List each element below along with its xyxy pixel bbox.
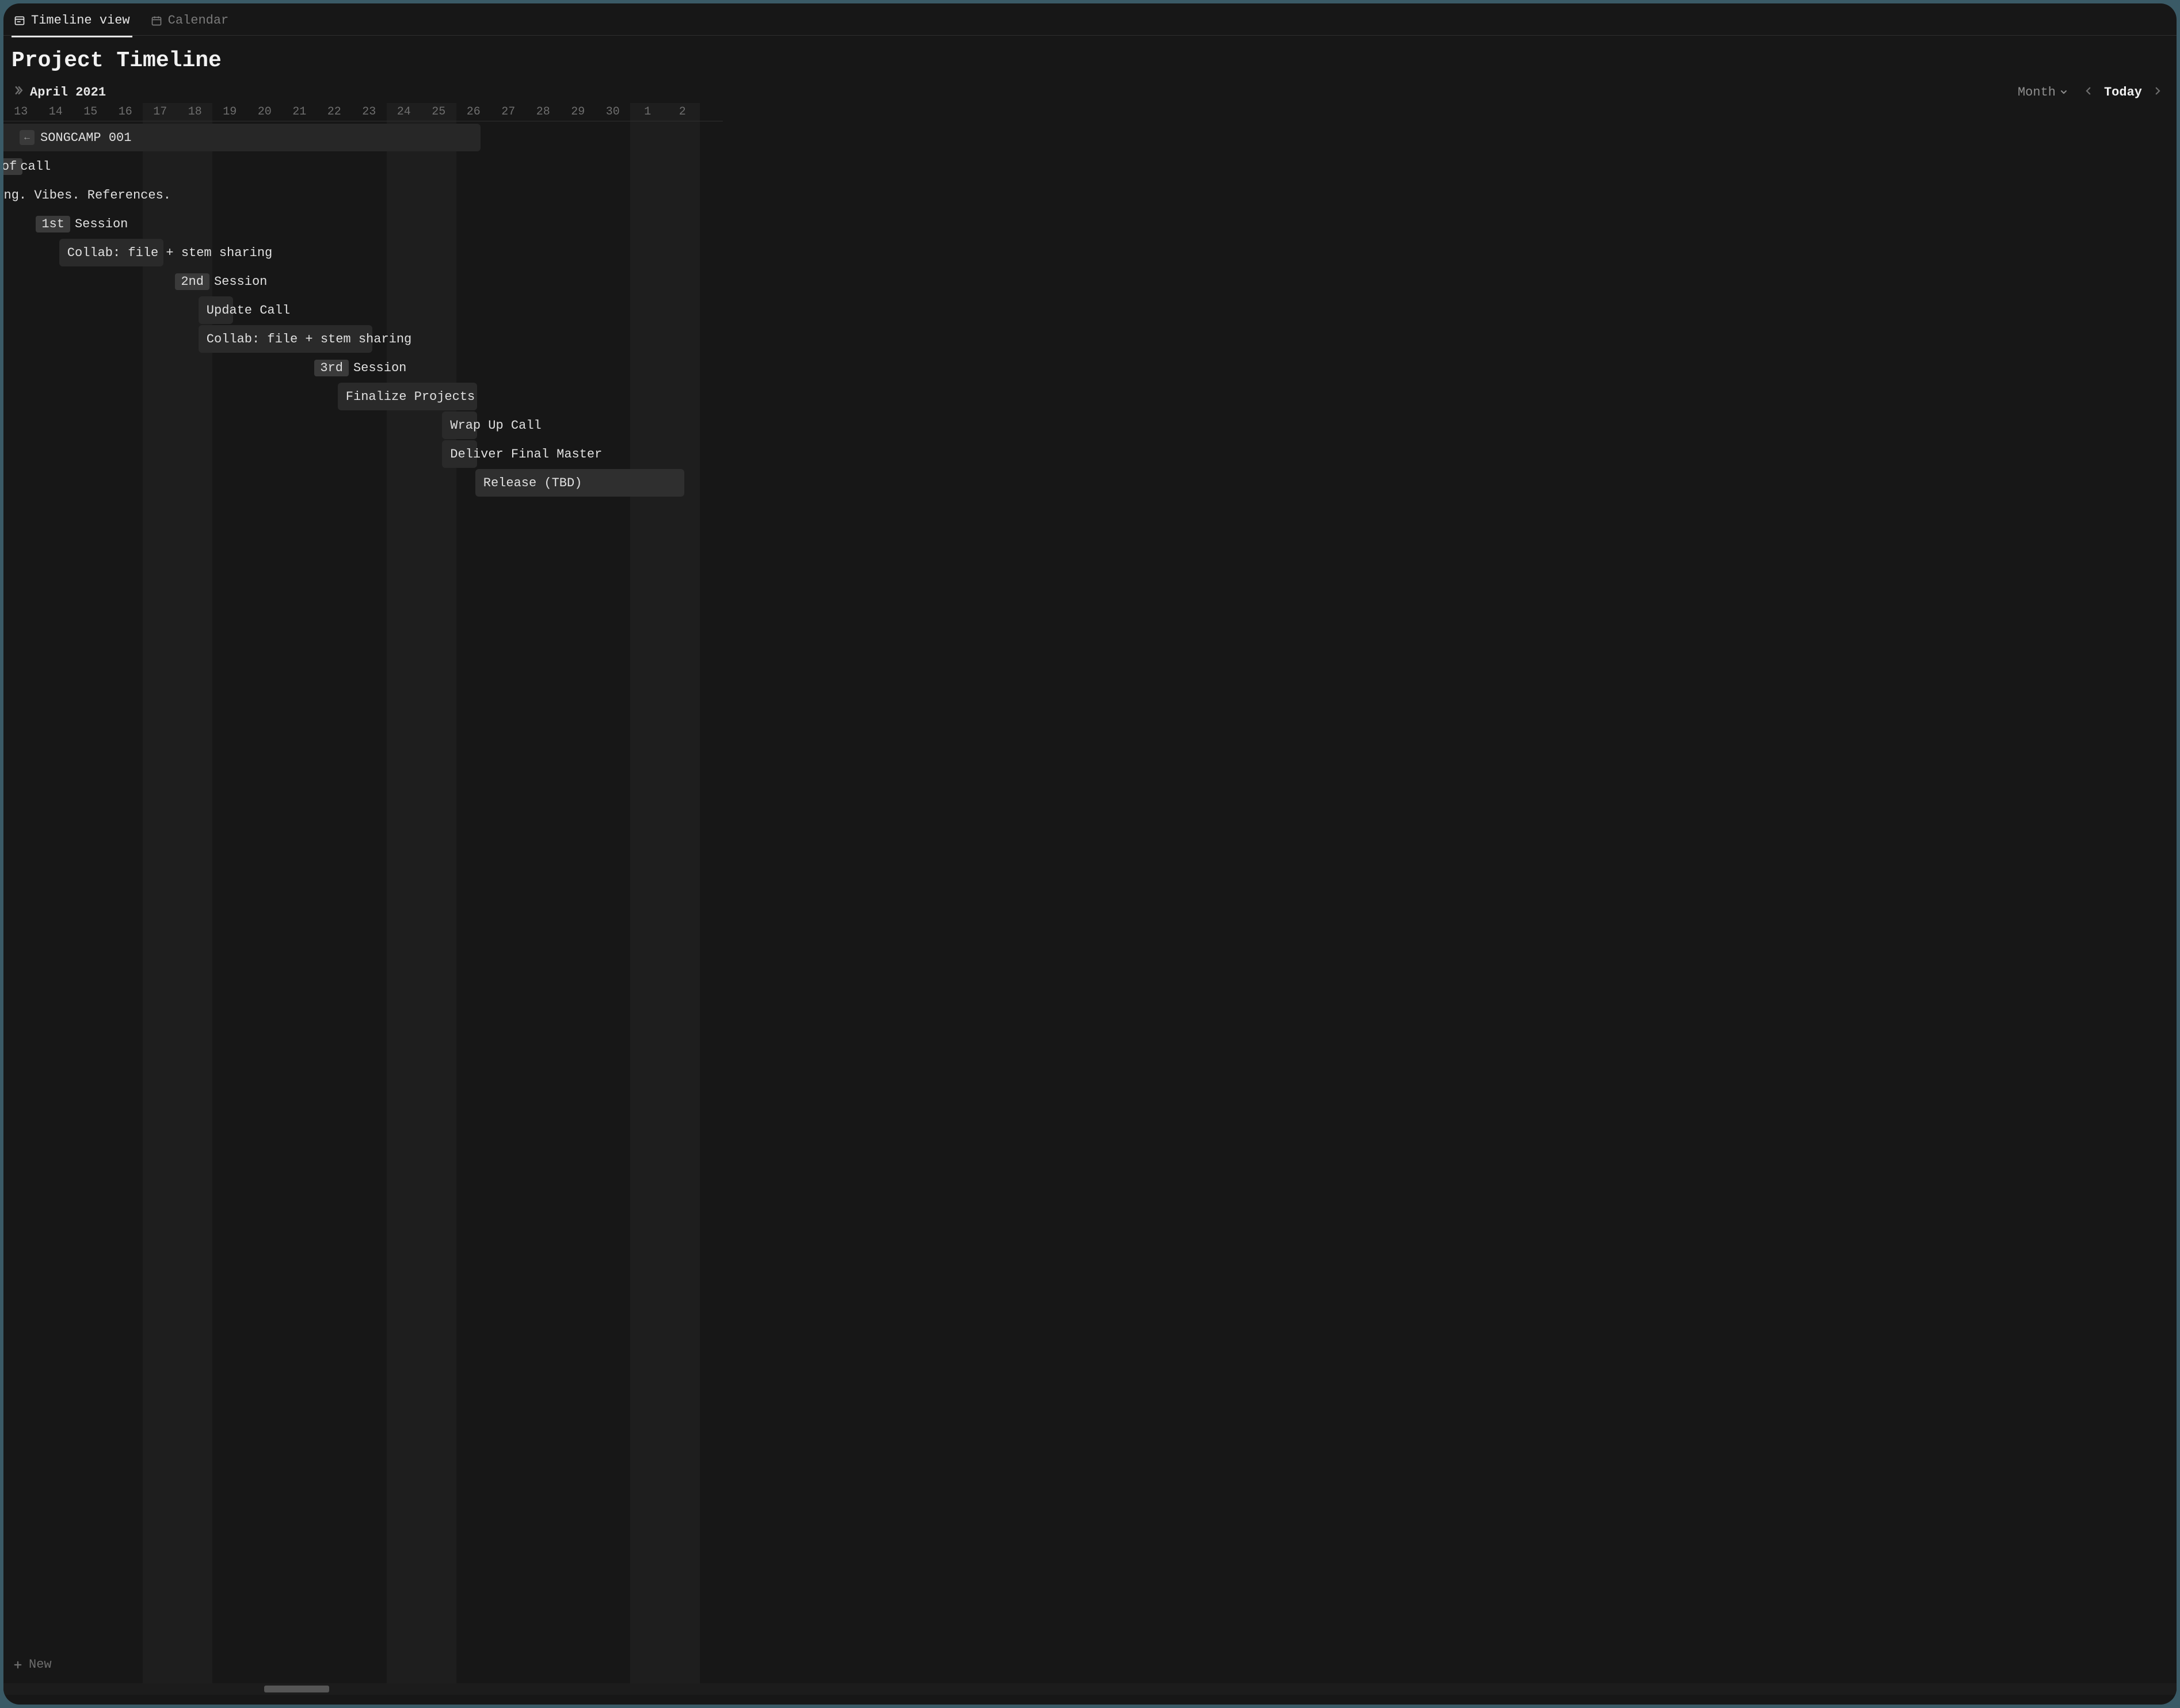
timeline-bar[interactable]: ← SONGCAMP 001: [3, 124, 481, 151]
day-label: 2: [665, 105, 700, 119]
day-column: [73, 121, 108, 1695]
new-label: New: [29, 1657, 52, 1672]
item-label: Session: [214, 274, 267, 289]
timeline-icon: [14, 15, 25, 26]
app-window: Timeline view Calendar Project Timeline …: [3, 3, 2177, 1705]
day-label: 28: [526, 105, 561, 119]
timeline-bar[interactable]: Release (TBD): [475, 469, 684, 497]
plus-icon: [13, 1660, 23, 1670]
day-label: 14: [39, 105, 74, 119]
month-label: April 2021: [30, 85, 106, 100]
bar-label: Update Call: [207, 303, 290, 318]
day-column: [491, 121, 526, 1695]
timeline-item[interactable]: 2nd Session: [167, 268, 267, 295]
day-label: 18: [178, 105, 213, 119]
timeline-bar[interactable]: Update Call: [199, 296, 234, 324]
zoom-label: Month: [2018, 85, 2056, 100]
day-label: 20: [247, 105, 283, 119]
today-button[interactable]: Today: [2098, 85, 2148, 100]
timeline-bar[interactable]: Wrap Up Call: [442, 411, 477, 439]
timeline-bar[interactable]: Deliver Final Master: [442, 440, 477, 468]
bar-label: Collab: file + stem sharing: [207, 332, 411, 346]
bar-label: Deliver Final Master: [450, 447, 602, 462]
day-label: 25: [421, 105, 456, 119]
day-label: 30: [596, 105, 631, 119]
day-column: [39, 121, 74, 1695]
item-label: Session: [75, 217, 128, 231]
tab-calendar[interactable]: Calendar: [148, 7, 231, 37]
item-chip: 3rd: [314, 360, 349, 376]
scrollbar-thumb[interactable]: [264, 1686, 329, 1692]
day-column: [665, 121, 700, 1695]
bar-label: Finalize Projects: [346, 390, 475, 404]
timeline-item[interactable]: 3rd Session: [306, 354, 406, 382]
day-label: 17: [143, 105, 178, 119]
day-column: [3, 121, 39, 1695]
day-column: [108, 121, 143, 1695]
bars-area: ← SONGCAMP 001 cof call←Moodboarding. Vibe…: [3, 121, 723, 1695]
prev-button[interactable]: [2079, 83, 2098, 101]
horizontal-scrollbar[interactable]: [3, 1683, 2177, 1695]
day-column: [561, 121, 596, 1695]
item-label: Session: [353, 361, 406, 375]
day-column: [630, 121, 665, 1695]
day-label: 27: [491, 105, 526, 119]
day-label: 13: [3, 105, 39, 119]
bar-label: Wrap Up Call: [450, 418, 541, 433]
day-column: [596, 121, 631, 1695]
chevron-down-icon: [2059, 87, 2068, 97]
day-header-row: 13141516171819202122232425262728293012: [3, 103, 723, 121]
overflow-left-icon[interactable]: ←: [20, 130, 35, 145]
zoom-select[interactable]: Month: [2018, 85, 2068, 100]
bar-label: SONGCAMP 001: [40, 131, 131, 145]
view-tabs: Timeline view Calendar: [3, 3, 2177, 36]
day-column: [212, 121, 247, 1695]
day-column: [247, 121, 283, 1695]
chevron-right-icon: [2152, 86, 2163, 96]
day-label: 29: [561, 105, 596, 119]
calendar-icon: [151, 15, 162, 26]
day-column: [178, 121, 213, 1695]
bar-label: Collab: file + stem sharing: [67, 246, 272, 260]
item-chip: 2nd: [175, 273, 209, 290]
day-label: 15: [73, 105, 108, 119]
timeline-item[interactable]: ←Moodboarding. Vibes. References.: [3, 181, 171, 209]
day-column: [456, 121, 491, 1695]
timeline-inner: 13141516171819202122232425262728293012 ←…: [3, 103, 723, 1695]
tab-label: Calendar: [168, 13, 229, 28]
day-column: [526, 121, 561, 1695]
item-chip: 1st: [36, 216, 70, 232]
timeline-header: April 2021 Month Today: [3, 79, 2177, 103]
new-row-button[interactable]: New: [13, 1657, 52, 1672]
chevron-left-icon: [2083, 86, 2094, 96]
day-label: 1: [630, 105, 665, 119]
timeline-area[interactable]: 13141516171819202122232425262728293012 ←…: [3, 103, 2177, 1695]
day-label: 19: [212, 105, 247, 119]
day-column: [143, 121, 178, 1695]
expand-icon[interactable]: [13, 85, 24, 100]
timeline-item[interactable]: cof call: [3, 152, 51, 180]
day-column: [421, 121, 456, 1695]
day-label: 16: [108, 105, 143, 119]
item-label: Moodboarding. Vibes. References.: [3, 188, 171, 203]
day-label: 24: [387, 105, 422, 119]
timeline-bar[interactable]: Finalize Projects: [338, 383, 477, 410]
tab-label: Timeline view: [31, 13, 130, 28]
bar-label: Release (TBD): [483, 476, 582, 490]
timeline-item[interactable]: 1st Session: [28, 210, 128, 238]
day-label: 21: [282, 105, 317, 119]
day-label: 23: [352, 105, 387, 119]
day-label: 26: [456, 105, 491, 119]
item-chip: of: [3, 158, 22, 175]
timeline-bar[interactable]: Collab: file + stem sharing: [199, 325, 373, 353]
timeline-bar[interactable]: Collab: file + stem sharing: [59, 239, 164, 266]
day-label: 22: [317, 105, 352, 119]
page-title: Project Timeline: [3, 36, 2177, 79]
tab-timeline-view[interactable]: Timeline view: [12, 7, 132, 37]
next-button[interactable]: [2148, 83, 2167, 101]
